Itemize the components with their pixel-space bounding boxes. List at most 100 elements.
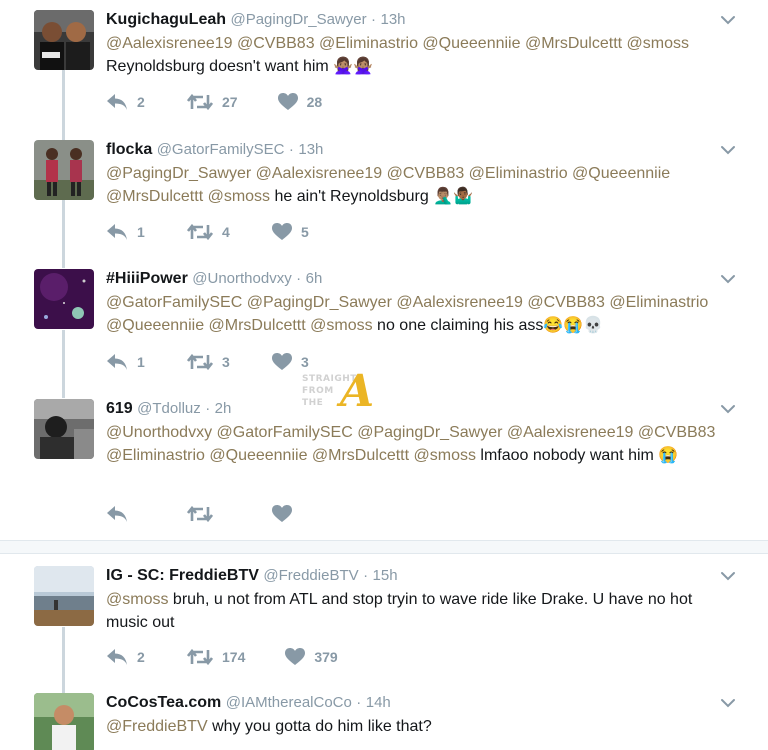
heart-icon: [285, 648, 306, 665]
separator-dot: ·: [363, 567, 369, 584]
reply-button[interactable]: [106, 505, 147, 523]
retweet-count: 3: [222, 354, 230, 370]
watermark-line2: FROM: [302, 386, 334, 396]
display-name[interactable]: CoCosTea.com: [106, 694, 221, 711]
user-handle[interactable]: @IAMtherealCoCo: [226, 694, 352, 711]
separator-dot: ·: [356, 694, 362, 711]
chevron-down-icon[interactable]: [720, 271, 736, 287]
timestamp[interactable]: 2h: [215, 400, 232, 417]
mention-list[interactable]: @smoss: [106, 591, 168, 608]
chevron-down-icon[interactable]: [720, 142, 736, 158]
like-button[interactable]: [272, 505, 311, 523]
timestamp[interactable]: 13h: [381, 11, 406, 28]
like-count: 28: [306, 94, 323, 110]
timestamp[interactable]: 6h: [306, 270, 323, 287]
separator-dot: ·: [296, 270, 302, 287]
user-handle[interactable]: @PagingDr_Sawyer: [230, 11, 366, 28]
display-name[interactable]: #HiiiPower: [106, 270, 188, 287]
user-handle[interactable]: @Unorthodvxy: [192, 270, 291, 287]
tweet-text: @Unorthodvxy @GatorFamilySEC @PagingDr_S…: [106, 421, 738, 467]
timestamp[interactable]: 13h: [298, 141, 323, 158]
tweet[interactable]: KugichaguLeah @PagingDr_Sawyer · 13h @Aa…: [0, 10, 768, 130]
tweet[interactable]: 619 @Tdolluz · 2h @Unorthodvxy @GatorFam…: [0, 399, 768, 529]
chevron-down-icon[interactable]: [720, 695, 736, 711]
retweet-count: 27: [222, 94, 238, 110]
tweet-text: @PagingDr_Sawyer @Aalexisrenee19 @CVBB83…: [106, 162, 738, 208]
reply-button[interactable]: 2: [106, 648, 147, 666]
retweet-button[interactable]: 4: [187, 223, 232, 241]
timestamp[interactable]: 15h: [373, 567, 398, 584]
timestamp[interactable]: 14h: [366, 694, 391, 711]
retweet-button[interactable]: 27: [187, 93, 238, 111]
avatar[interactable]: [34, 269, 94, 329]
retweet-button[interactable]: [187, 505, 232, 523]
like-count: 3: [301, 354, 309, 370]
retweet-icon: [187, 505, 213, 523]
reply-icon: [107, 649, 127, 665]
heart-icon: [272, 223, 292, 240]
tweet[interactable]: #HiiiPower @Unorthodvxy · 6h @GatorFamil…: [0, 269, 768, 389]
heart-icon: [272, 505, 292, 522]
mention-list[interactable]: @Aalexisrenee19 @CVBB83 @Eliminastrio @Q…: [106, 35, 689, 52]
reply-button[interactable]: 1: [106, 353, 147, 371]
chevron-down-icon[interactable]: [720, 401, 736, 417]
like-count: 5: [301, 224, 309, 240]
retweet-icon: [187, 223, 213, 241]
display-name[interactable]: KugichaguLeah: [106, 11, 226, 28]
chevron-down-icon[interactable]: [720, 568, 736, 584]
display-name[interactable]: flocka: [106, 141, 152, 158]
like-button[interactable]: 28: [277, 93, 323, 111]
conversation-separator: [0, 540, 768, 554]
reply-count: 2: [137, 94, 145, 110]
chevron-down-icon[interactable]: [720, 12, 736, 28]
user-handle[interactable]: @Tdolluz: [137, 400, 201, 417]
avatar[interactable]: [34, 140, 94, 200]
like-button[interactable]: 5: [272, 223, 311, 241]
reply-button[interactable]: 1: [106, 223, 147, 241]
retweet-button[interactable]: 3: [187, 353, 232, 371]
tweet-actions: 2 27 28: [106, 92, 362, 112]
retweet-icon: [187, 353, 213, 371]
heart-icon: [277, 93, 298, 110]
display-name[interactable]: 619: [106, 400, 133, 417]
tweet-text: @Aalexisrenee19 @CVBB83 @Eliminastrio @Q…: [106, 32, 738, 78]
reply-icon: [107, 354, 127, 370]
tweet-actions: 2 174 379: [106, 647, 378, 667]
tweet-actions: [106, 504, 351, 524]
tweet-text: @GatorFamilySEC @PagingDr_Sawyer @Aalexi…: [106, 291, 738, 337]
separator-dot: ·: [288, 141, 294, 158]
tweet-body: lmfaoo nobody want him 😭: [480, 447, 679, 464]
tweet-text: @FreddieBTV why you gotta do him like th…: [106, 715, 738, 738]
display-name[interactable]: IG - SC: FreddieBTV: [106, 567, 259, 584]
tweet[interactable]: flocka @GatorFamilySEC · 13h @PagingDr_S…: [0, 140, 768, 260]
tweet[interactable]: CoCosTea.com @IAMtherealCoCo · 14h @Fred…: [0, 693, 768, 750]
avatar[interactable]: [34, 399, 94, 459]
retweet-count: 174: [222, 649, 246, 665]
reply-icon: [107, 506, 127, 522]
reply-icon: [107, 94, 127, 110]
like-count: 379: [314, 649, 338, 665]
heart-icon: [272, 353, 292, 370]
reply-button[interactable]: 2: [106, 93, 147, 111]
avatar[interactable]: [34, 566, 94, 626]
watermark-logo: STRAIGHT FROM THE A: [300, 366, 395, 417]
retweet-icon: [187, 93, 213, 111]
user-handle[interactable]: @FreddieBTV: [263, 567, 358, 584]
tweet[interactable]: IG - SC: FreddieBTV @FreddieBTV · 15h @s…: [0, 566, 768, 686]
like-button[interactable]: 379: [285, 648, 338, 666]
tweet-actions: 1 3 3: [106, 352, 351, 372]
reply-icon: [107, 224, 127, 240]
tweet-body: he ain't Reynoldsburg 🤦🏽‍♂️🤷🏾‍♂️: [274, 188, 474, 205]
separator-dot: ·: [205, 400, 211, 417]
separator-dot: ·: [371, 11, 377, 28]
avatar[interactable]: [34, 693, 94, 750]
mention-list[interactable]: @FreddieBTV: [106, 718, 208, 735]
retweet-button[interactable]: 174: [187, 648, 245, 666]
avatar[interactable]: [34, 10, 94, 70]
retweet-icon: [187, 648, 213, 666]
user-handle[interactable]: @GatorFamilySEC: [157, 141, 285, 158]
tweet-body: bruh, u not from ATL and stop tryin to w…: [106, 591, 693, 631]
reply-count: 1: [137, 354, 145, 370]
like-button[interactable]: 3: [272, 353, 311, 371]
watermark-letter: A: [340, 366, 375, 417]
